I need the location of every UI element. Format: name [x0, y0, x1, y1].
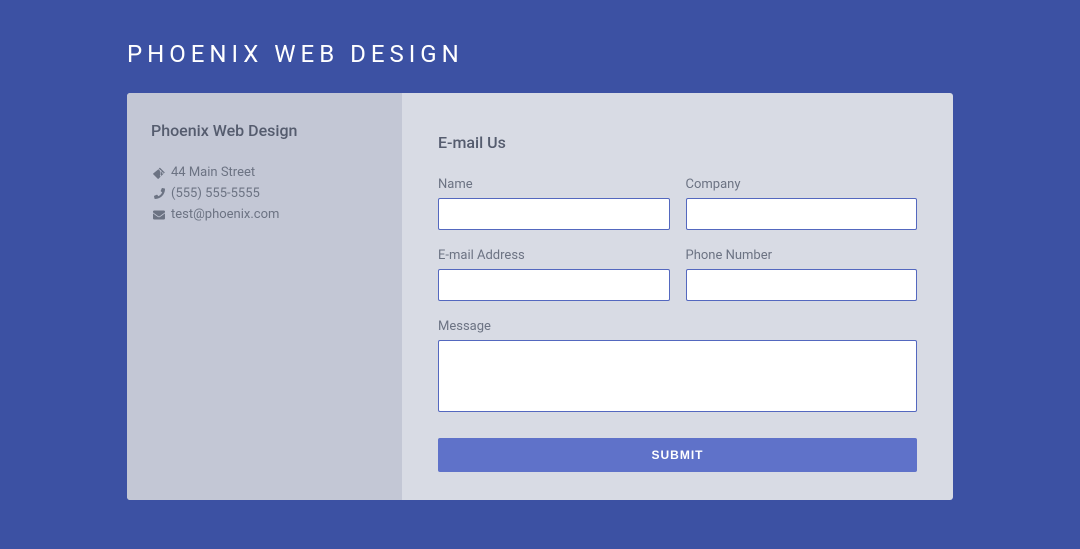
- page-title: PHOENIX WEB DESIGN: [127, 40, 953, 68]
- form-panel: E-mail Us Name Company E-mail Address: [402, 93, 953, 500]
- message-field[interactable]: [438, 340, 917, 412]
- sidebar: Phoenix Web Design 44 Main Street (555) …: [127, 93, 402, 500]
- contact-phone: (555) 555-5555: [151, 186, 378, 201]
- email-text: test@phoenix.com: [171, 207, 279, 222]
- contact-email: test@phoenix.com: [151, 207, 378, 222]
- road-icon: [151, 167, 167, 179]
- email-label: E-mail Address: [438, 248, 670, 263]
- name-label: Name: [438, 177, 670, 192]
- email-field[interactable]: [438, 269, 670, 301]
- phone-text: (555) 555-5555: [171, 186, 260, 201]
- address-text: 44 Main Street: [171, 165, 255, 180]
- contact-card: Phoenix Web Design 44 Main Street (555) …: [127, 93, 953, 500]
- phone-field[interactable]: [686, 269, 918, 301]
- company-field[interactable]: [686, 198, 918, 230]
- name-field[interactable]: [438, 198, 670, 230]
- company-name: Phoenix Web Design: [151, 121, 378, 140]
- company-label: Company: [686, 177, 918, 192]
- phone-label: Phone Number: [686, 248, 918, 263]
- envelope-icon: [151, 209, 167, 221]
- contact-address: 44 Main Street: [151, 165, 378, 180]
- form-title: E-mail Us: [438, 133, 917, 152]
- message-label: Message: [438, 319, 917, 334]
- phone-icon: [151, 188, 167, 199]
- submit-button[interactable]: SUBMIT: [438, 438, 917, 472]
